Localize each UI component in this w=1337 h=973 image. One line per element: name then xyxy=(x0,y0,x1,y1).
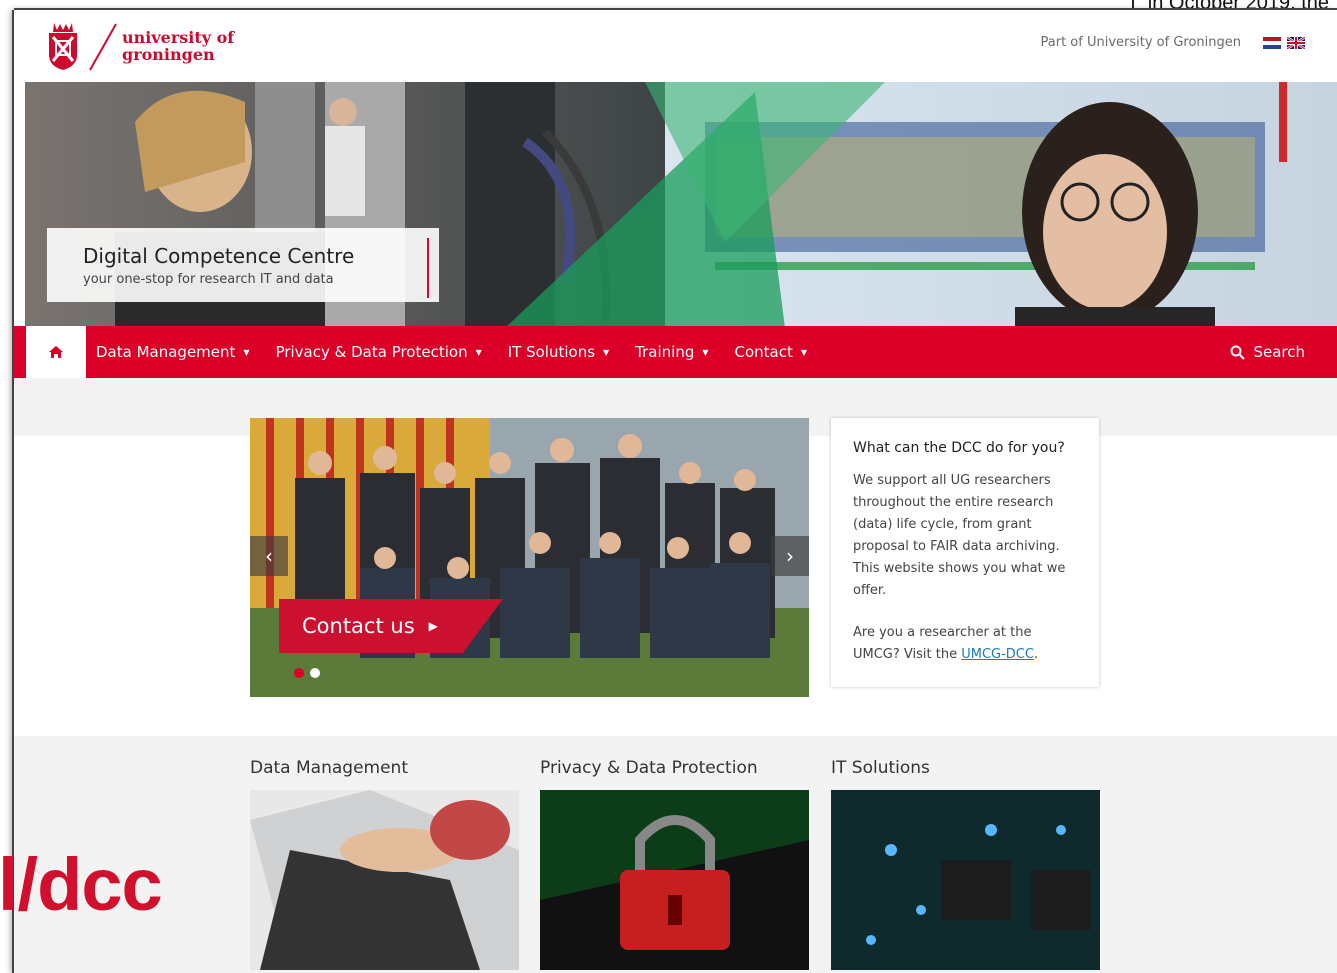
nl-flag-icon[interactable] xyxy=(1263,36,1281,49)
home-icon xyxy=(49,346,63,358)
main-navigation: Data Management ▼ Privacy & Data Protecti… xyxy=(14,326,1337,378)
nav-item-training[interactable]: Training ▼ xyxy=(635,343,708,361)
nav-home-button[interactable] xyxy=(26,326,86,378)
tile-label: Privacy & Data Protection xyxy=(540,758,758,778)
site-header: university of groningen Part of Universi… xyxy=(14,10,1337,82)
umcg-dcc-link[interactable]: UMCG-DCC xyxy=(961,647,1034,662)
carousel-indicators xyxy=(294,668,326,678)
caret-down-icon: ▼ xyxy=(800,347,808,357)
slide-url-fragment: l/dcc xyxy=(0,843,163,926)
nav-item-contact[interactable]: Contact ▼ xyxy=(735,343,808,361)
hero-caption-card: Digital Competence Centre your one-stop … xyxy=(47,228,439,302)
team-photo xyxy=(250,418,809,697)
caret-down-icon: ▼ xyxy=(243,347,250,357)
image-carousel: ‹ › Contact us ▶ xyxy=(250,418,809,697)
tile-it-solutions[interactable]: IT Solutions xyxy=(831,758,1100,970)
hero-title: Digital Competence Centre xyxy=(83,244,355,268)
tile-label: IT Solutions xyxy=(831,758,930,778)
uk-flag-icon[interactable] xyxy=(1287,36,1305,49)
hero-card-accent xyxy=(427,238,429,298)
info-card-paragraph-2: Are you a researcher at the UMCG? Visit … xyxy=(853,625,1039,662)
nav-item-data-management[interactable]: Data Management ▼ xyxy=(96,343,250,361)
carousel-next-button[interactable]: › xyxy=(771,536,809,576)
carousel-dot[interactable] xyxy=(310,668,320,678)
caret-down-icon: ▼ xyxy=(475,347,482,357)
nav-item-privacy[interactable]: Privacy & Data Protection ▼ xyxy=(276,343,482,361)
tile-privacy[interactable]: Privacy & Data Protection xyxy=(540,758,809,970)
carousel-prev-button[interactable]: ‹ xyxy=(250,536,288,576)
hero-banner: Digital Competence Centre your one-stop … xyxy=(25,82,1337,328)
parent-org-link[interactable]: Part of University of Groningen xyxy=(1041,35,1242,50)
padlock-image xyxy=(540,790,809,970)
carousel-dot-active[interactable] xyxy=(294,668,304,678)
logo-line-2: groningen xyxy=(122,45,215,64)
browser-window: university of groningen Part of Universi… xyxy=(14,10,1337,973)
info-card-paragraph-1: We support all UG researchers throughout… xyxy=(853,473,1066,598)
university-logo[interactable]: university of groningen xyxy=(46,20,234,72)
nav-item-it-solutions[interactable]: IT Solutions ▼ xyxy=(508,343,609,361)
crest-icon xyxy=(49,23,77,70)
hero-subtitle: your one-stop for research IT and data xyxy=(83,272,334,287)
logo-divider xyxy=(89,23,117,71)
laptop-image xyxy=(250,790,519,970)
search-button[interactable]: Search xyxy=(1230,326,1305,378)
tile-data-management[interactable]: Data Management xyxy=(250,758,519,970)
info-card-heading: What can the DCC do for you? xyxy=(853,440,1065,456)
logo-line-1: university of xyxy=(122,28,235,47)
info-card: What can the DCC do for you? We support … xyxy=(831,418,1099,687)
circuit-board-image xyxy=(831,790,1100,970)
tile-label: Data Management xyxy=(250,758,408,778)
caret-down-icon: ▼ xyxy=(603,347,610,357)
search-icon xyxy=(1230,345,1246,360)
caret-down-icon: ▼ xyxy=(702,347,709,357)
play-arrow-icon: ▶ xyxy=(428,619,438,633)
